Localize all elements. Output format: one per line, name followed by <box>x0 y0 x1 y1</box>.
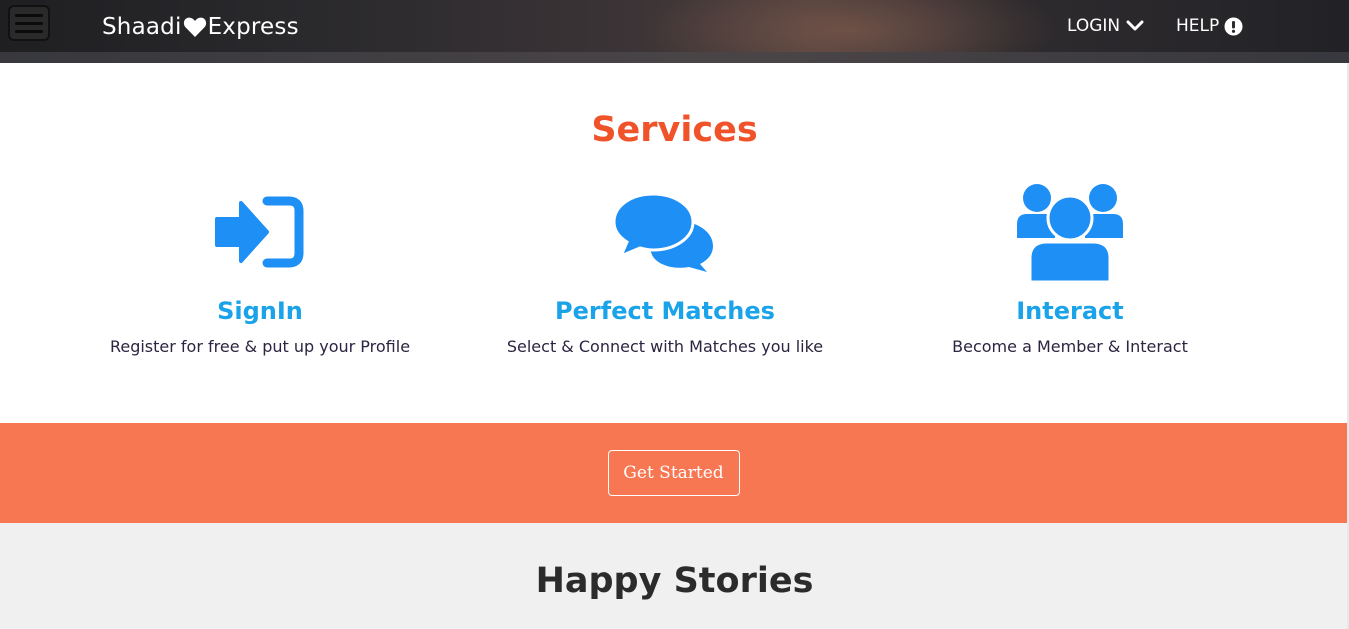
help-label: HELP <box>1176 16 1220 36</box>
brand-text-right: Express <box>207 14 299 40</box>
exclamation-circle-icon <box>1224 17 1243 35</box>
login-label: LOGIN <box>1067 16 1121 36</box>
cta-band: Get Started <box>0 423 1347 523</box>
heart-icon <box>183 17 206 37</box>
happy-stories-heading: Happy Stories <box>535 561 814 601</box>
service-signin: SignIn Register for free & put up your P… <box>60 180 460 356</box>
brand-text-left: Shaadi <box>102 14 182 40</box>
chat-bubbles-icon <box>613 192 713 272</box>
sign-in-icon <box>215 196 304 268</box>
service-interact: Interact Become a Member & Interact <box>870 180 1270 356</box>
users-group-icon <box>1017 184 1123 284</box>
service-perfect-matches: Perfect Matches Select & Connect with Ma… <box>465 180 865 356</box>
chevron-down-icon <box>1126 20 1144 31</box>
service-description: Register for free & put up your Profile <box>109 337 411 356</box>
service-name: Perfect Matches <box>555 297 775 325</box>
hamburger-menu-button[interactable] <box>8 5 50 41</box>
service-name: SignIn <box>217 297 303 325</box>
brand-logo[interactable]: Shaadi Express <box>102 14 299 40</box>
help-link[interactable]: HELP <box>1176 16 1243 36</box>
services-heading: Services <box>591 110 758 150</box>
service-description: Become a Member & Interact <box>952 337 1188 356</box>
login-dropdown[interactable]: LOGIN <box>1067 16 1144 36</box>
service-description: Select & Connect with Matches you like <box>506 337 824 356</box>
service-name: Interact <box>1016 297 1124 325</box>
happy-stories-section: Happy Stories <box>0 523 1349 629</box>
get-started-button[interactable]: Get Started <box>607 450 740 496</box>
